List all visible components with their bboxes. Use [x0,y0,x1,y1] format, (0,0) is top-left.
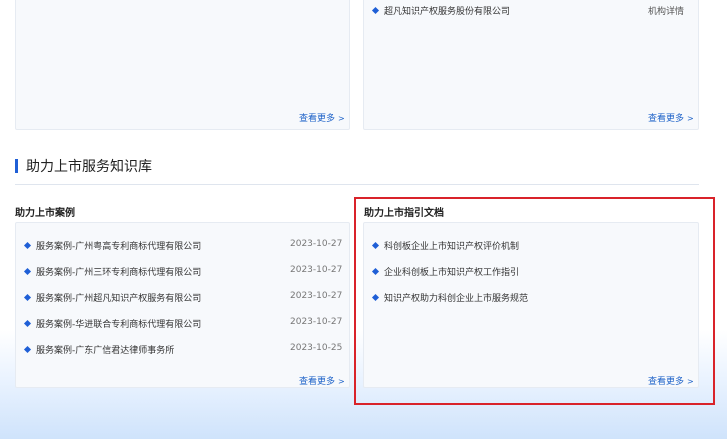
case-list-item[interactable]: 服务案例-广州粤高专利商标代理有限公司 [23,239,201,252]
case-list-item[interactable]: 服务案例-华进联合专利商标代理有限公司 [23,317,201,330]
diamond-bullet-icon [23,319,32,328]
case-list-item[interactable]: 服务案例-广州超凡知识产权服务有限公司 [23,291,201,304]
section-title-accent-bar [15,159,18,173]
cases-title: 助力上市案例 [15,208,75,219]
org-details-link[interactable]: 机构详情 [648,4,684,17]
cases-view-more-link[interactable]: 查看更多 > [299,374,345,387]
case-date: 2023-10-27 [290,317,343,327]
section-title-text: 助力上市服务知识库 [26,159,152,175]
chevron-right-icon: > [338,114,345,123]
case-list-item[interactable]: 服务案例-广东广信君达律师事务所 [23,343,174,356]
diamond-bullet-icon [23,241,32,250]
top-left-view-more-link[interactable]: 查看更多 > [299,111,345,124]
case-date: 2023-10-25 [290,343,343,353]
highlight-box [354,197,715,405]
chevron-right-icon: > [338,377,345,386]
cases-card: 服务案例-广州粤高专利商标代理有限公司 2023-10-27 服务案例-广州三环… [15,222,350,388]
diamond-bullet-icon [23,267,32,276]
diamond-bullet-icon [23,345,32,354]
diamond-bullet-icon [23,293,32,302]
top-left-card: 查看更多 > [15,0,350,130]
section-divider [15,184,699,185]
case-date: 2023-10-27 [290,239,343,249]
case-date: 2023-10-27 [290,265,343,275]
diamond-bullet-icon [371,6,380,15]
case-list-item[interactable]: 服务案例-广州三环专利商标代理有限公司 [23,265,201,278]
top-right-card: 超凡知识产权服务股份有限公司 机构详情 查看更多 > [363,0,699,130]
section-title: 助力上市服务知识库 [15,157,152,175]
chevron-right-icon: > [687,114,694,123]
org-list-item[interactable]: 超凡知识产权服务股份有限公司 [371,4,510,17]
case-date: 2023-10-27 [290,291,343,301]
top-right-view-more-link[interactable]: 查看更多 > [648,111,694,124]
